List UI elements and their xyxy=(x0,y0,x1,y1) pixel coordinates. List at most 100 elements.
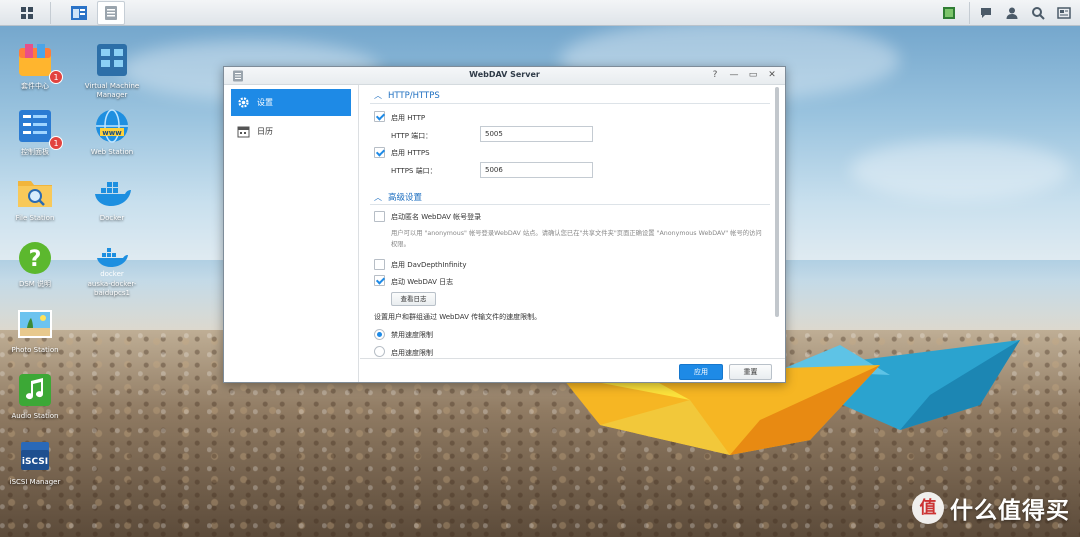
desktop-icon-web-station[interactable]: www Web Station xyxy=(76,106,148,157)
window-sidebar: 设置 日历 xyxy=(224,85,359,382)
sidebar-item-log[interactable]: 日历 xyxy=(231,118,351,145)
desktop-icon-label: Virtual Machine Manager xyxy=(84,82,140,99)
anonymous-login-label: 启动匿名 WebDAV 帐号登录 xyxy=(391,213,482,221)
taskbar-divider-right xyxy=(969,2,970,24)
http-port-label: HTTP 端口： xyxy=(391,132,433,140)
section-divider xyxy=(370,103,770,104)
svg-text:?: ? xyxy=(29,247,42,272)
photo-icon xyxy=(18,310,52,338)
taskbar xyxy=(0,0,1080,26)
enable-speed-limit-radio[interactable] xyxy=(374,346,385,357)
enable-speed-limit-label: 启用速度限制 xyxy=(391,349,433,357)
taskbar-divider xyxy=(50,1,51,24)
site-watermark: 值 什么值得买 xyxy=(912,491,1070,525)
window-titlebar[interactable]: WebDAV Server ? — ▭ ✕ xyxy=(224,67,785,85)
svg-text:iSCSI: iSCSI xyxy=(22,457,48,467)
desktop-icon-label: 控制面板 xyxy=(21,148,49,156)
depth-infinity-label: 启用 DavDepthInfinity xyxy=(391,261,467,269)
watermark-text: 什么值得买 xyxy=(950,498,1070,524)
grid-icon xyxy=(21,6,33,19)
desktop-icon-label: Photo Station xyxy=(11,346,59,354)
desktop-icon-control-panel[interactable]: 1 控制面板 xyxy=(0,106,71,157)
minimize-button[interactable]: — xyxy=(729,69,739,82)
widgets-icon[interactable] xyxy=(1054,3,1074,23)
gear-icon xyxy=(237,96,250,109)
desktop-icon-label: auska-docker-baidupcs1 xyxy=(87,280,137,297)
desktop-icon-auska-docker[interactable]: docker auska-docker-baidupcs1 xyxy=(76,238,148,298)
disable-speed-limit-radio[interactable] xyxy=(374,329,385,340)
window-title: WebDAV Server xyxy=(469,70,540,79)
desktop-icon-dsm-help[interactable]: ? DSM 说明 xyxy=(0,238,71,289)
reset-button[interactable]: 重置 xyxy=(729,364,772,380)
anonymous-help-text: 用户可以用 "anonymous" 帐号登录WebDAV 站点。请确认您已在"共… xyxy=(391,230,762,248)
windows-overview-icon xyxy=(71,5,87,20)
user-icon[interactable] xyxy=(1002,3,1022,23)
iscsi-icon: iSCSI xyxy=(21,442,49,470)
settings-panel: ︿ HTTP/HTTPS 启用 HTTP HTTP 端口： 5005 启用 HT… xyxy=(360,85,785,382)
enable-http-checkbox[interactable] xyxy=(374,111,385,122)
sidebar-item-settings[interactable]: 设置 xyxy=(231,89,351,116)
depth-infinity-checkbox[interactable] xyxy=(374,259,385,270)
settings-scroll-area[interactable]: ︿ HTTP/HTTPS 启用 HTTP HTTP 端口： 5005 启用 HT… xyxy=(360,85,776,357)
close-button[interactable]: ✕ xyxy=(767,69,777,82)
help-button[interactable]: ? xyxy=(710,69,720,82)
svg-text:www: www xyxy=(102,129,122,137)
webdav-app-icon xyxy=(105,5,117,20)
chevron-up-icon: ︿ xyxy=(374,91,382,100)
https-port-input[interactable]: 5006 xyxy=(480,162,593,178)
desktop-icon-label: File Station xyxy=(15,214,55,222)
enable-log-label: 启动 WebDAV 日志 xyxy=(391,278,454,286)
webdav-server-window: WebDAV Server ? — ▭ ✕ 设置 日历 ︿ HTTP/HTTPS… xyxy=(223,66,786,383)
desktop-icon-photo-station[interactable]: Photo Station xyxy=(0,304,71,355)
section-header-advanced[interactable]: ︿ 高级设置 xyxy=(374,191,423,204)
desktop-icon-label: 套件中心 xyxy=(21,82,49,90)
desktop-icon-label: Audio Station xyxy=(11,412,59,420)
sidebar-item-label: 日历 xyxy=(257,127,273,136)
desktop-icon-label: iSCSI Manager xyxy=(9,478,61,486)
svg-text:docker: docker xyxy=(100,270,124,278)
desktop-icon-label: Docker xyxy=(99,214,125,222)
section-title: 高级设置 xyxy=(388,193,423,203)
vertical-scrollbar[interactable] xyxy=(775,87,779,317)
desktop-icon-label: Web Station xyxy=(90,148,134,156)
section-title: HTTP/HTTPS xyxy=(388,90,440,101)
notification-badge: 1 xyxy=(49,70,63,84)
section-header-http[interactable]: ︿ HTTP/HTTPS xyxy=(374,90,440,101)
anonymous-login-checkbox[interactable] xyxy=(374,211,385,222)
desktop-icon-label: DSM 说明 xyxy=(18,280,52,288)
disable-speed-limit-label: 禁用速度限制 xyxy=(391,331,433,339)
sidebar-item-label: 设置 xyxy=(257,98,273,107)
chevron-up-icon: ︿ xyxy=(374,192,382,202)
calendar-icon xyxy=(237,125,250,138)
desktop-icon-audio-station[interactable]: Audio Station xyxy=(0,370,71,421)
desktop-icon-package-center[interactable]: 1 套件中心 xyxy=(0,40,71,91)
section-divider xyxy=(370,204,770,205)
enable-https-label: 启用 HTTPS xyxy=(391,149,430,157)
https-port-label: HTTPS 端口： xyxy=(391,167,437,175)
web-station-icon: www xyxy=(96,109,128,143)
desktop-icon-virtual-machine-manager[interactable]: Virtual Machine Manager xyxy=(76,40,148,100)
docker-logo-icon: docker xyxy=(97,248,128,278)
enable-log-checkbox[interactable] xyxy=(374,275,385,286)
resource-monitor-icon[interactable] xyxy=(939,3,959,23)
speed-limit-description: 设置用户和群组通过 WebDAV 传输文件的速度限制。 xyxy=(374,313,542,321)
view-log-button[interactable]: 查看日志 xyxy=(391,292,436,306)
watermark-logo: 值 xyxy=(912,492,944,524)
taskbar-app-webdav[interactable] xyxy=(97,0,125,25)
apply-button[interactable]: 应用 xyxy=(679,364,723,380)
enable-https-checkbox[interactable] xyxy=(374,147,385,158)
chat-icon[interactable] xyxy=(976,3,996,23)
window-footer: 应用 重置 xyxy=(360,358,785,382)
taskbar-app-show-desktop[interactable] xyxy=(65,1,93,25)
main-menu-button[interactable] xyxy=(14,1,40,25)
enable-http-label: 启用 HTTP xyxy=(391,114,426,122)
desktop-icon-file-station[interactable]: File Station xyxy=(0,172,71,223)
http-port-input[interactable]: 5005 xyxy=(480,126,593,142)
maximize-button[interactable]: ▭ xyxy=(748,69,758,82)
search-icon[interactable] xyxy=(1028,3,1048,23)
desktop-icon-iscsi-manager[interactable]: iSCSI iSCSI Manager xyxy=(0,436,71,487)
folder-icon xyxy=(18,181,52,207)
notification-badge: 1 xyxy=(49,136,63,150)
help-question-icon: ? xyxy=(19,242,51,274)
desktop-icon-docker[interactable]: Docker xyxy=(76,172,148,223)
